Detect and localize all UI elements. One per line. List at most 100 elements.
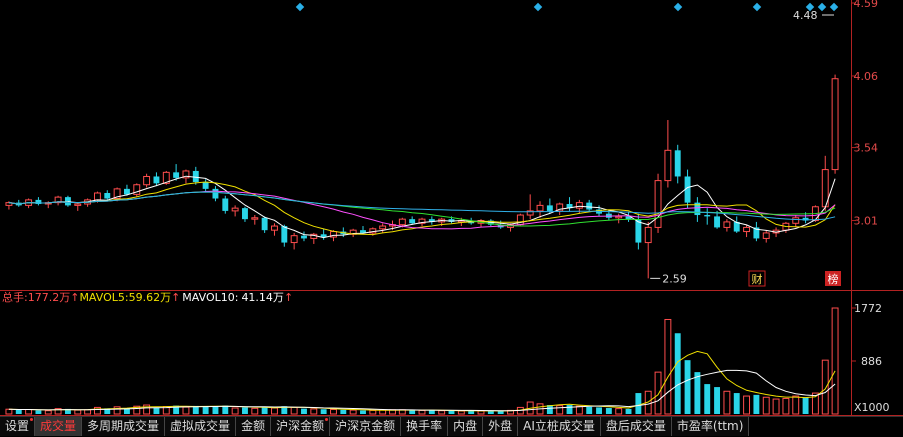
candle-body bbox=[202, 181, 209, 189]
up-arrow-icon: ↑ bbox=[171, 291, 181, 304]
tab-label: 内盘 bbox=[453, 419, 478, 433]
candle-body bbox=[143, 175, 151, 186]
volume-bar bbox=[684, 360, 691, 414]
tab-1[interactable]: 成交量 bbox=[35, 417, 83, 436]
tab-9[interactable]: 外盘 bbox=[483, 417, 519, 436]
volume-bar bbox=[340, 409, 347, 414]
candle-body bbox=[704, 215, 711, 217]
volume-tick-label: 886 bbox=[861, 355, 882, 368]
volume-bar bbox=[605, 408, 612, 414]
tab-5[interactable]: 沪深金额 bbox=[271, 417, 331, 436]
volume-bar bbox=[575, 405, 583, 415]
volume-bar bbox=[231, 407, 239, 415]
volume-bar bbox=[271, 407, 278, 415]
volume-bar bbox=[782, 397, 790, 415]
tab-7[interactable]: 换手率 bbox=[401, 417, 449, 436]
tab-12[interactable]: 市盈率(ttm) bbox=[671, 417, 750, 436]
volume-bar bbox=[5, 408, 13, 415]
candle-body bbox=[104, 193, 111, 199]
volume-bar bbox=[635, 393, 642, 414]
up-arrow-icon: ↑ bbox=[70, 291, 80, 304]
volume-bar bbox=[212, 406, 219, 414]
tab-4[interactable]: 金额 bbox=[236, 417, 272, 436]
candle-body bbox=[74, 203, 82, 206]
candle-body bbox=[575, 202, 583, 209]
candle-body bbox=[222, 198, 229, 211]
event-diamond-icon bbox=[533, 2, 543, 12]
volume-bar bbox=[654, 371, 662, 415]
low-price-label: 2.59 bbox=[662, 272, 687, 285]
volume-bar bbox=[44, 410, 52, 415]
candle-body bbox=[409, 219, 416, 224]
tab-label: 金额 bbox=[241, 419, 266, 433]
candle-body bbox=[261, 217, 268, 231]
candle-body bbox=[723, 221, 731, 228]
volume-bar bbox=[360, 410, 366, 414]
volume-bar bbox=[428, 410, 435, 414]
volume-bar bbox=[369, 409, 377, 415]
candle-body bbox=[153, 176, 160, 184]
tab-2[interactable]: 多周期成交量 bbox=[82, 417, 166, 436]
volume-bar bbox=[251, 407, 259, 415]
volume-bar bbox=[802, 397, 809, 414]
candle-body bbox=[664, 149, 672, 182]
volume-bar bbox=[448, 410, 455, 414]
volume-bar bbox=[418, 409, 426, 415]
high-price-label: 4.48 bbox=[793, 9, 818, 22]
volume-bar bbox=[733, 393, 740, 414]
volume-bar bbox=[349, 409, 357, 415]
tab-label: 成交量 bbox=[40, 419, 77, 433]
tab-label: 多周期成交量 bbox=[87, 419, 160, 433]
volume-bar bbox=[15, 409, 22, 414]
tab-3[interactable]: 虚拟成交量 bbox=[165, 417, 237, 436]
event-diamond-icon bbox=[752, 2, 762, 12]
volume-bar bbox=[596, 407, 602, 414]
price-tick-label: 3.01 bbox=[854, 215, 879, 228]
volume-bar bbox=[202, 406, 209, 414]
kline-chart[interactable]: 4.59 4.06 3.54 3.01 1772 886 X1000 4.48 2.59 财 榜 bbox=[0, 0, 903, 436]
tab-label: 市盈率(ttm) bbox=[676, 419, 744, 433]
tab-10[interactable]: AI立桩成交量 bbox=[518, 417, 601, 436]
candle-body bbox=[212, 188, 219, 199]
volume-bar bbox=[625, 408, 632, 414]
candle-body bbox=[792, 217, 800, 224]
tab-dot-icon bbox=[325, 418, 329, 421]
candle-body bbox=[398, 218, 406, 226]
candle-body bbox=[615, 215, 623, 219]
volume-bar bbox=[113, 406, 121, 415]
volume-bar bbox=[153, 407, 160, 414]
candle-body bbox=[743, 226, 751, 233]
volume-bar bbox=[25, 409, 33, 415]
tab-label: 沪深京金额 bbox=[335, 419, 396, 433]
volume-bar bbox=[753, 394, 760, 414]
volume-bar bbox=[772, 398, 780, 415]
price-tick-label: 4.59 bbox=[854, 0, 879, 10]
volume-bar bbox=[310, 408, 318, 415]
volume-bar bbox=[409, 410, 416, 414]
candle-body bbox=[123, 188, 130, 195]
volume-bar bbox=[694, 372, 701, 414]
tab-label: AI立桩成交量 bbox=[523, 419, 595, 433]
event-diamond-icon bbox=[817, 2, 827, 12]
badge-bang-text: 榜 bbox=[828, 272, 839, 286]
volume-bar bbox=[762, 396, 770, 415]
candle-body bbox=[64, 197, 71, 206]
candle-body bbox=[831, 78, 839, 171]
price-tick-label: 4.06 bbox=[854, 70, 879, 83]
mavol10-line bbox=[8, 369, 836, 412]
candle-body bbox=[231, 207, 239, 212]
tab-0[interactable]: 设置 bbox=[0, 417, 36, 436]
volume-bar bbox=[723, 390, 731, 415]
candle-body bbox=[242, 208, 248, 220]
tab-11[interactable]: 盘后成交量 bbox=[600, 417, 672, 436]
candle-body bbox=[251, 217, 259, 220]
candle-body bbox=[271, 225, 278, 231]
volume-bar bbox=[93, 406, 101, 415]
candle-body bbox=[173, 172, 180, 178]
candle-body bbox=[714, 216, 721, 228]
volume-bar bbox=[330, 409, 337, 415]
volume-bar bbox=[714, 387, 721, 414]
tab-8[interactable]: 内盘 bbox=[448, 417, 484, 436]
tab-6[interactable]: 沪深京金额 bbox=[330, 417, 402, 436]
volume-bar bbox=[468, 411, 475, 414]
